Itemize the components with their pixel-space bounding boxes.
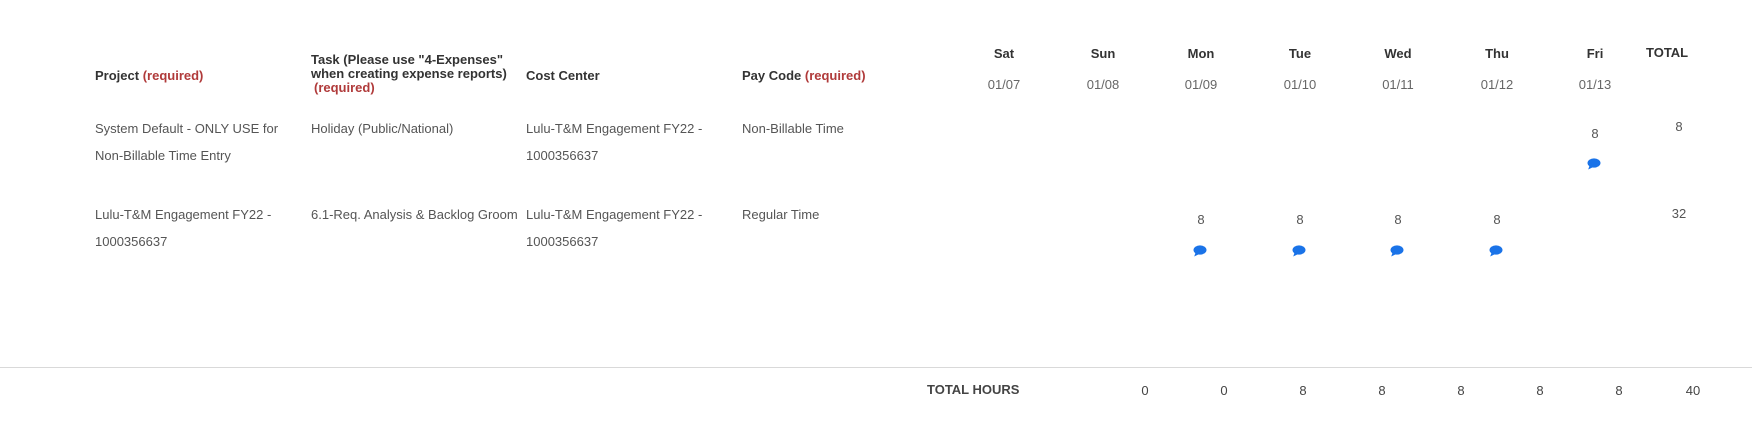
day-header-thu: Thu <box>1485 46 1509 61</box>
hours-cell-mon[interactable]: 8 <box>1181 212 1221 227</box>
row-total: 8 <box>1675 119 1683 134</box>
row-pay-code[interactable]: Regular Time <box>742 201 819 228</box>
total-hours-grand-total: 40 <box>1685 383 1701 398</box>
speech-bubble-icon[interactable] <box>1489 245 1503 257</box>
header-task-line2: when creating expense reports) <box>311 66 507 81</box>
row-cost-center-line2: 1000356637 <box>526 234 599 249</box>
row-project[interactable]: Lulu-T&M Engagement FY22 - 1000356637 <box>95 201 271 255</box>
day-header-fri: Fri <box>1586 46 1604 61</box>
day-header-tue: Tue <box>1288 46 1312 61</box>
row-cost-center[interactable]: Lulu-T&M Engagement FY22 - 1000356637 <box>526 115 702 169</box>
header-project-required: (required) <box>142 68 204 83</box>
hours-cell-thu[interactable]: 8 <box>1477 212 1517 227</box>
total-hours-sat: 0 <box>1141 383 1149 398</box>
date-header-fri: 01/13 <box>1578 77 1612 92</box>
row-cost-center-line1: Lulu-T&M Engagement FY22 - <box>526 207 703 222</box>
total-hours-thu: 8 <box>1536 383 1544 398</box>
row-task[interactable]: 6.1-Req. Analysis & Backlog Groom <box>311 201 518 228</box>
header-total: TOTAL <box>1646 45 1689 60</box>
row-cost-center-line2: 1000356637 <box>526 148 599 163</box>
speech-bubble-icon[interactable] <box>1292 245 1306 257</box>
date-header-thu: 01/12 <box>1480 77 1514 92</box>
total-hours-sun: 0 <box>1220 383 1228 398</box>
date-header-wed: 01/11 <box>1382 77 1414 92</box>
header-pay-code: Pay Code (required) <box>742 69 866 83</box>
date-header-mon: 01/09 <box>1184 77 1218 92</box>
hours-cell-fri[interactable]: 8 <box>1575 126 1615 141</box>
header-task: Task (Please use "4-Expenses" when creat… <box>311 53 521 95</box>
row-project-line2: Non-Billable Time Entry <box>95 148 231 163</box>
row-project[interactable]: System Default - ONLY USE for Non-Billab… <box>95 115 278 169</box>
total-hours-wed: 8 <box>1457 383 1465 398</box>
day-header-wed: Wed <box>1384 46 1412 61</box>
header-task-required: (required) <box>314 80 375 95</box>
day-header-sat: Sat <box>993 46 1015 61</box>
row-cost-center-line1: Lulu-T&M Engagement FY22 - <box>526 121 703 136</box>
day-header-sun: Sun <box>1090 46 1116 61</box>
row-total: 32 <box>1671 206 1687 221</box>
hours-cell-wed[interactable]: 8 <box>1378 212 1418 227</box>
hours-cell-tue[interactable]: 8 <box>1280 212 1320 227</box>
header-pay-code-required: (required) <box>804 68 866 83</box>
header-pay-code-label: Pay Code <box>742 68 802 83</box>
row-project-line1: Lulu-T&M Engagement FY22 - <box>95 207 272 222</box>
row-cost-center[interactable]: Lulu-T&M Engagement FY22 - 1000356637 <box>526 201 702 255</box>
row-pay-code[interactable]: Non-Billable Time <box>742 115 844 142</box>
date-header-sun: 01/08 <box>1086 77 1120 92</box>
speech-bubble-icon[interactable] <box>1193 245 1207 257</box>
total-hours-mon: 8 <box>1299 383 1307 398</box>
date-header-tue: 01/10 <box>1283 77 1317 92</box>
row-task[interactable]: Holiday (Public/National) <box>311 115 453 142</box>
total-hours-fri: 8 <box>1615 383 1623 398</box>
footer-divider <box>0 367 1752 368</box>
row-project-line2: 1000356637 <box>95 234 168 249</box>
header-task-line1: Task (Please use "4-Expenses" <box>311 52 504 67</box>
row-project-line1: System Default - ONLY USE for <box>95 121 279 136</box>
header-cost-center: Cost Center <box>526 68 600 83</box>
header-project: Project (required) <box>95 69 203 83</box>
speech-bubble-icon[interactable] <box>1390 245 1404 257</box>
header-project-label: Project <box>95 68 140 83</box>
speech-bubble-icon[interactable] <box>1587 158 1601 170</box>
total-hours-label: TOTAL HOURS <box>927 382 1020 397</box>
day-header-mon: Mon <box>1187 46 1215 61</box>
total-hours-tue: 8 <box>1378 383 1386 398</box>
date-header-sat: 01/07 <box>987 77 1021 92</box>
